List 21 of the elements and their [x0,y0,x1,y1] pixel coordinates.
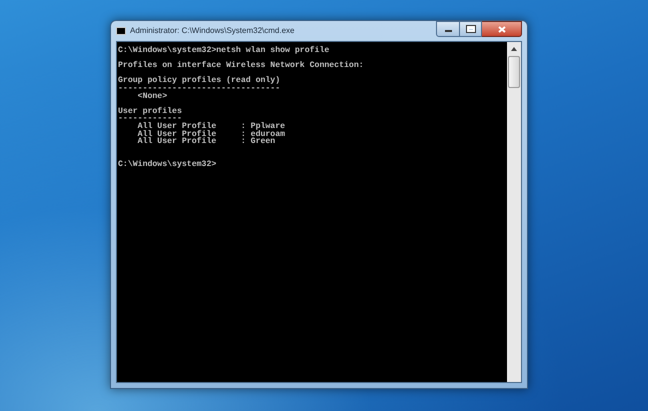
close-button[interactable] [482,21,522,37]
close-icon [498,26,506,32]
console-line: C:\Windows\system32>netsh wlan show profile [118,47,330,55]
maximize-icon [466,26,474,32]
console-app-icon [116,27,126,35]
console-line: All User Profile : Pplware [136,122,286,131]
maximize-button[interactable] [460,21,482,37]
minimize-icon [444,30,452,32]
console-line: All User Profile : eduroam [136,130,286,138]
console-line: Profiles on interface Wireless Network Connection: [118,62,364,70]
console-line: --------------------------------- [118,84,280,93]
console-line: User profiles [118,108,182,116]
console-line: Group policy profiles (read only) [118,77,280,85]
console-line: <None> [136,92,168,100]
window-title: Administrator: C:\Windows\System32\cmd.exe [130,25,294,37]
console-line: ------------- [118,115,182,123]
console-line: C:\Windows\system32> [118,160,216,168]
console-line: All User Profile : Green [136,138,276,146]
scrollbar[interactable] [507,42,521,382]
minimize-button[interactable] [436,21,460,37]
scrollbar-thumb[interactable] [508,56,520,88]
